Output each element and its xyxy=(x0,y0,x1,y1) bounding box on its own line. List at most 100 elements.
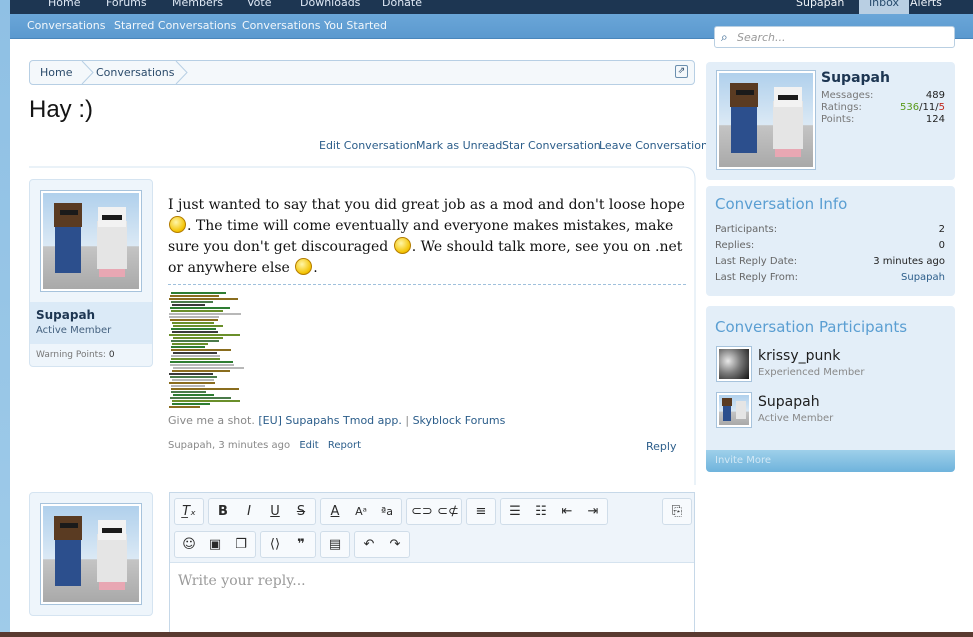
align-left-icon[interactable]: ≡ xyxy=(471,501,491,522)
message-author-title: Active Member xyxy=(36,325,112,336)
smile-icon xyxy=(169,216,186,233)
reply-editor: T̲ₓ B I U S A Aᵃ ªa ⊂⊃ ⊂⊄ ≡ ☰ ☷ ⇤ ⇥ ⎘ ☺ … xyxy=(169,492,695,637)
font-size-icon[interactable]: Aᵃ xyxy=(351,501,371,522)
breadcrumb-conversations[interactable]: Conversations xyxy=(96,66,174,79)
participant-name[interactable]: krissy_punk xyxy=(758,348,840,364)
smile-icon xyxy=(295,258,313,275)
signature-line xyxy=(170,349,231,351)
participant-name[interactable]: Supapah xyxy=(758,394,820,410)
search-input[interactable]: ⌕ Search... xyxy=(714,26,955,48)
subnav-conversations[interactable]: Conversations xyxy=(27,19,105,32)
participant-avatar[interactable] xyxy=(716,392,752,428)
avatar[interactable] xyxy=(716,70,816,170)
report-message-link[interactable]: Report xyxy=(328,440,361,451)
signature-line xyxy=(169,316,219,318)
quote-icon[interactable]: ❞ xyxy=(291,534,311,555)
signature-line xyxy=(172,337,224,339)
nav-tab-alerts[interactable]: Alerts xyxy=(910,0,942,9)
strikethrough-icon[interactable]: S xyxy=(291,501,311,522)
nav-tab-members[interactable]: Members xyxy=(172,0,223,9)
outdent-icon[interactable]: ⇤ xyxy=(557,501,577,522)
reply-textarea[interactable]: Write your reply... xyxy=(178,573,306,589)
signature-image xyxy=(169,290,245,410)
breadcrumb-home[interactable]: Home xyxy=(40,66,72,79)
redo-icon[interactable]: ↷ xyxy=(385,534,405,555)
edit-message-link[interactable]: Edit xyxy=(299,440,318,451)
sidebar-username[interactable]: Supapah xyxy=(821,70,890,86)
page-background-strip xyxy=(0,0,10,637)
message-body: I just wanted to say that you did great … xyxy=(168,197,685,276)
numbered-list-icon[interactable]: ☷ xyxy=(531,501,551,522)
signature-line xyxy=(170,388,240,390)
nav-tab-downloads[interactable]: Downloads xyxy=(300,0,360,9)
signature-line xyxy=(169,319,219,321)
nav-tab-inbox[interactable]: Inbox xyxy=(859,0,909,14)
message-author[interactable]: Supapah xyxy=(36,308,95,322)
signature-line xyxy=(170,358,221,360)
signature-line xyxy=(172,331,218,333)
subnav-started[interactable]: Conversations You Started xyxy=(242,19,387,32)
avatar[interactable] xyxy=(40,503,142,605)
nav-user[interactable]: Supapah xyxy=(796,0,844,9)
signature-line xyxy=(169,406,201,408)
last-reply-user-link[interactable]: Supapah xyxy=(901,272,945,283)
jump-to-icon[interactable]: ⇗ xyxy=(675,65,688,78)
unlink-icon[interactable]: ⊂⊄ xyxy=(437,501,459,522)
bullet-list-icon[interactable]: ☰ xyxy=(505,501,525,522)
signature-line xyxy=(169,361,233,363)
sidebar-ratings: Ratings: 536/11/5 xyxy=(821,102,945,113)
signature-line xyxy=(172,352,218,354)
undo-icon[interactable]: ↶ xyxy=(359,534,379,555)
code-icon[interactable]: ⟨⟩ xyxy=(265,534,285,555)
search-placeholder: Search... xyxy=(737,31,786,44)
sidebar-messages: Messages: 489 xyxy=(821,90,945,101)
smilies-icon[interactable]: ☺ xyxy=(179,534,199,555)
edit-conversation-link[interactable]: Edit Conversation xyxy=(319,139,417,152)
toggle-bbcode-icon[interactable]: ⎘ xyxy=(667,501,687,522)
signature-line xyxy=(172,403,210,405)
mark-unread-link[interactable]: Mark as Unread xyxy=(416,139,502,152)
font-family-icon[interactable]: ªa xyxy=(377,501,397,522)
indent-icon[interactable]: ⇥ xyxy=(583,501,603,522)
subnav-starred[interactable]: Starred Conversations xyxy=(114,19,236,32)
text-color-icon[interactable]: A xyxy=(325,501,345,522)
signature-line xyxy=(172,325,223,327)
message-author-date[interactable]: Supapah, 3 minutes ago xyxy=(168,440,290,451)
link-icon[interactable]: ⊂⊃ xyxy=(411,501,433,522)
message-user-card: Supapah Active Member Warning Points: 0 xyxy=(29,179,153,367)
invite-more-bar: Invite More xyxy=(706,450,955,472)
avatar[interactable] xyxy=(40,190,142,292)
signature-link-tmod-app[interactable]: [EU] Supapahs Tmod app. xyxy=(258,414,402,427)
participant-avatar[interactable] xyxy=(716,346,752,382)
italic-icon[interactable]: I xyxy=(239,501,259,522)
signature-line xyxy=(169,307,230,309)
reply-link[interactable]: Reply xyxy=(646,440,676,453)
breadcrumb-separator-icon xyxy=(175,61,188,84)
remove-format-icon[interactable]: T̲ₓ xyxy=(179,501,199,522)
leave-conversation-link[interactable]: Leave Conversation xyxy=(599,139,708,152)
participants-heading: Conversation Participants xyxy=(715,318,908,336)
signature-line xyxy=(172,367,244,369)
signature-line xyxy=(171,322,215,324)
underline-icon[interactable]: U xyxy=(265,501,285,522)
nav-tab-forums[interactable]: Forums xyxy=(106,0,147,9)
media-icon[interactable]: ❐ xyxy=(231,534,251,555)
signature-line xyxy=(170,355,221,357)
signature-link-skyblock[interactable]: Skyblock Forums xyxy=(413,414,506,427)
nav-tab-home[interactable]: Home xyxy=(48,0,80,9)
signature-line xyxy=(170,385,205,387)
signature-line xyxy=(171,379,214,381)
info-last-reply-date: Last Reply Date: 3 minutes ago xyxy=(715,256,945,267)
star-conversation-link[interactable]: Star Conversation xyxy=(502,139,601,152)
signature-line xyxy=(170,301,214,303)
bold-icon[interactable]: B xyxy=(213,501,233,522)
nav-tab-donate[interactable]: Donate xyxy=(382,0,422,9)
nav-tab-vote[interactable]: Vote xyxy=(247,0,271,9)
participant-title: Experienced Member xyxy=(758,367,865,378)
save-draft-icon[interactable]: ▤ xyxy=(325,534,345,555)
invite-more-link[interactable]: Invite More xyxy=(715,455,771,466)
image-icon[interactable]: ▣ xyxy=(205,534,225,555)
signature-line xyxy=(171,310,223,312)
signature-line xyxy=(171,340,220,342)
signature-line xyxy=(169,298,238,300)
